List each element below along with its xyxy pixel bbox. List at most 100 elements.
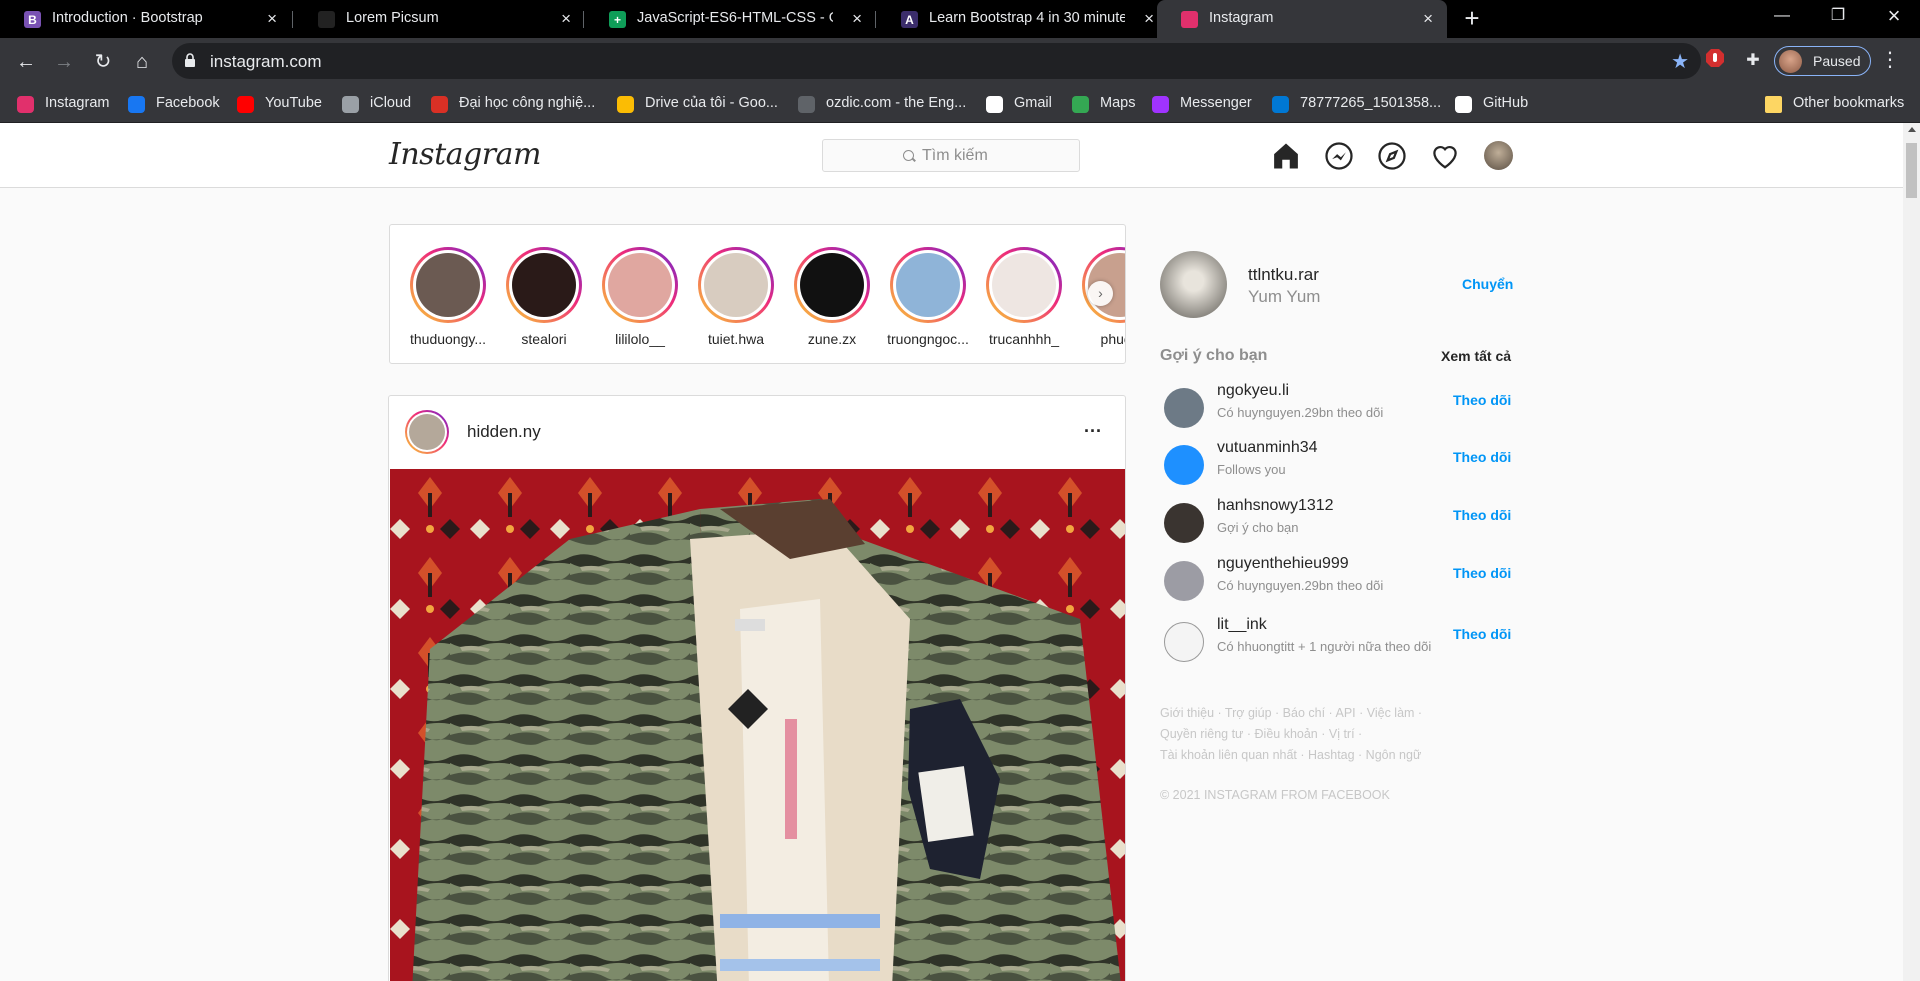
suggestion-username[interactable]: ngokyeu.li bbox=[1217, 382, 1289, 400]
instagram-logo[interactable]: Instagram bbox=[389, 137, 541, 172]
suggestion-username[interactable]: lit__ink bbox=[1217, 616, 1267, 634]
explore-icon[interactable] bbox=[1377, 141, 1407, 171]
browser-tab[interactable]: B Introduction · Bootstrap × bbox=[0, 0, 291, 38]
suggestion-subtitle: Có hhuongtitt + 1 người nữa theo dõi bbox=[1217, 639, 1432, 654]
tab-separator bbox=[875, 11, 876, 28]
suggestion-avatar[interactable] bbox=[1164, 622, 1204, 662]
bookmark-label: ozdic.com - the Eng... bbox=[826, 95, 967, 111]
post-username[interactable]: hidden.ny bbox=[467, 422, 541, 442]
follow-button[interactable]: Theo dõi bbox=[1453, 565, 1511, 581]
bookmark-star-icon[interactable]: ★ bbox=[1671, 49, 1689, 74]
bookmark-label: iCloud bbox=[370, 95, 412, 111]
back-button[interactable]: ← bbox=[12, 48, 40, 76]
bookmark-label: Drive của tôi - Goo... bbox=[645, 95, 778, 111]
switch-account-button[interactable]: Chuyển bbox=[1462, 276, 1513, 292]
follow-button[interactable]: Theo dõi bbox=[1453, 626, 1511, 642]
footer-line[interactable]: Tài khoản liên quan nhất · Hashtag · Ngô… bbox=[1160, 745, 1490, 766]
footer-line[interactable]: Quyền riêng tư · Điều khoản · Vị trí · bbox=[1160, 724, 1490, 745]
follow-button[interactable]: Theo dõi bbox=[1453, 392, 1511, 408]
more-options-icon[interactable]: ... bbox=[1084, 416, 1102, 437]
feed-post: hidden.ny ... bbox=[388, 395, 1126, 981]
story-username: phuon bbox=[1100, 331, 1125, 347]
messenger-icon bbox=[1152, 96, 1169, 113]
post-image[interactable] bbox=[390, 469, 1125, 981]
tab-close-icon[interactable]: × bbox=[267, 9, 277, 29]
suggestion-avatar[interactable] bbox=[1164, 561, 1204, 601]
bookmark-label: Instagram bbox=[45, 95, 110, 111]
instagram-icon bbox=[1181, 11, 1198, 28]
new-tab-button[interactable]: + bbox=[1458, 5, 1486, 33]
suggestion-item: lit__ink Có hhuongtitt + 1 người nữa theo… bbox=[1160, 616, 1514, 666]
bookmark-label: 78777265_1501358... bbox=[1300, 95, 1442, 111]
bookmarks-bar: Instagram Facebook YouTube iCloud Đại học cô… bbox=[0, 85, 1920, 123]
story-avatar bbox=[704, 253, 768, 317]
suggestion-username[interactable]: nguyenthehieu999 bbox=[1217, 555, 1349, 573]
adblock-extension-icon[interactable] bbox=[1702, 48, 1728, 74]
reload-button[interactable]: ↻ bbox=[89, 48, 117, 76]
story-item[interactable]: stealori bbox=[483, 247, 582, 347]
footer-line[interactable]: Giới thiệu · Trợ giúp · Báo chí · API · … bbox=[1160, 703, 1490, 724]
browser-tab[interactable]: + JavaScript-ES6-HTML-CSS - Goo × bbox=[585, 0, 876, 38]
profile-status: Paused bbox=[1813, 53, 1861, 69]
close-window-button[interactable]: × bbox=[1866, 0, 1920, 32]
scrollbar-thumb[interactable] bbox=[1906, 143, 1917, 198]
messenger-icon[interactable] bbox=[1324, 141, 1354, 171]
page-scrollbar[interactable] bbox=[1903, 123, 1920, 981]
tab-close-icon[interactable]: × bbox=[852, 9, 862, 29]
suggestion-avatar[interactable] bbox=[1164, 503, 1204, 543]
minimize-button[interactable]: — bbox=[1754, 0, 1810, 32]
story-avatar bbox=[992, 253, 1056, 317]
profile-avatar-nav[interactable] bbox=[1484, 141, 1513, 170]
suggestion-username[interactable]: hanhsnowy1312 bbox=[1217, 497, 1334, 515]
url-text: instagram.com bbox=[210, 52, 322, 71]
suggestion-subtitle: Có huynguyen.29bn theo dõi bbox=[1217, 405, 1384, 420]
stories-next-chevron-icon[interactable]: › bbox=[1088, 281, 1113, 306]
maps-icon bbox=[1072, 96, 1089, 113]
footer-links[interactable]: Giới thiệu · Trợ giúp · Báo chí · API · … bbox=[1160, 703, 1490, 766]
instagram-icon bbox=[17, 96, 34, 113]
instagram-page: Instagram Tìm kiếm thuduongy... stealori l… bbox=[0, 123, 1903, 981]
forward-button[interactable]: → bbox=[50, 48, 78, 76]
follow-button[interactable]: Theo dõi bbox=[1453, 507, 1511, 523]
maximize-button[interactable]: ❐ bbox=[1810, 0, 1866, 32]
drive-icon bbox=[617, 96, 634, 113]
story-item[interactable]: zune.zx bbox=[771, 247, 870, 347]
browser-menu-icon[interactable]: ⋮ bbox=[1880, 48, 1900, 74]
extensions-icon[interactable]: ✚ bbox=[1740, 48, 1766, 74]
story-item[interactable]: thuduongy... bbox=[390, 247, 486, 347]
suggestion-avatar[interactable] bbox=[1164, 388, 1204, 428]
bookmark-label: YouTube bbox=[265, 95, 322, 111]
profile-button[interactable]: Paused bbox=[1774, 46, 1871, 76]
browser-tab[interactable]: Instagram × bbox=[1157, 0, 1447, 38]
tab-close-icon[interactable]: × bbox=[1423, 9, 1433, 29]
home-button[interactable]: ⌂ bbox=[128, 48, 156, 76]
search-icon bbox=[903, 150, 914, 161]
suggestion-item: vutuanminh34 Follows you Theo dõi bbox=[1160, 439, 1514, 489]
my-username[interactable]: ttlntku.rar bbox=[1248, 265, 1319, 285]
browser-tab[interactable]: Lorem Picsum × bbox=[294, 0, 585, 38]
tab-title: JavaScript-ES6-HTML-CSS - Goo bbox=[637, 10, 833, 26]
heart-icon[interactable] bbox=[1430, 141, 1460, 171]
bookmark-label: Gmail bbox=[1014, 95, 1052, 111]
post-avatar[interactable] bbox=[405, 410, 449, 454]
suggestion-subtitle: Gợi ý cho bạn bbox=[1217, 520, 1299, 535]
suggestion-avatar[interactable] bbox=[1164, 445, 1204, 485]
story-item[interactable]: tuiet.hwa bbox=[675, 247, 774, 347]
story-item[interactable]: trucanhhh_ bbox=[963, 247, 1062, 347]
suggestion-username[interactable]: vutuanminh34 bbox=[1217, 439, 1318, 457]
home-icon[interactable] bbox=[1271, 141, 1301, 171]
search-input[interactable]: Tìm kiếm bbox=[822, 139, 1080, 172]
story-item[interactable]: truongngoc... bbox=[867, 247, 969, 347]
scroll-up-arrow-icon[interactable] bbox=[1908, 127, 1916, 132]
address-bar[interactable]: instagram.com ★ bbox=[172, 43, 1701, 79]
browser-tab[interactable]: A Learn Bootstrap 4 in 30 minutes b × bbox=[877, 0, 1168, 38]
my-avatar[interactable] bbox=[1160, 251, 1227, 318]
stories-tray: thuduongy... stealori lililolo__ tuiet.hwa z… bbox=[389, 224, 1126, 364]
tab-close-icon[interactable]: × bbox=[561, 9, 571, 29]
see-all-link[interactable]: Xem tất cả bbox=[1441, 348, 1511, 364]
story-item[interactable]: lililolo__ bbox=[579, 247, 678, 347]
follow-button[interactable]: Theo dõi bbox=[1453, 449, 1511, 465]
tab-close-icon[interactable]: × bbox=[1144, 9, 1154, 29]
suggestion-item: hanhsnowy1312 Gợi ý cho bạn Theo dõi bbox=[1160, 497, 1514, 547]
story-ring bbox=[602, 247, 678, 323]
